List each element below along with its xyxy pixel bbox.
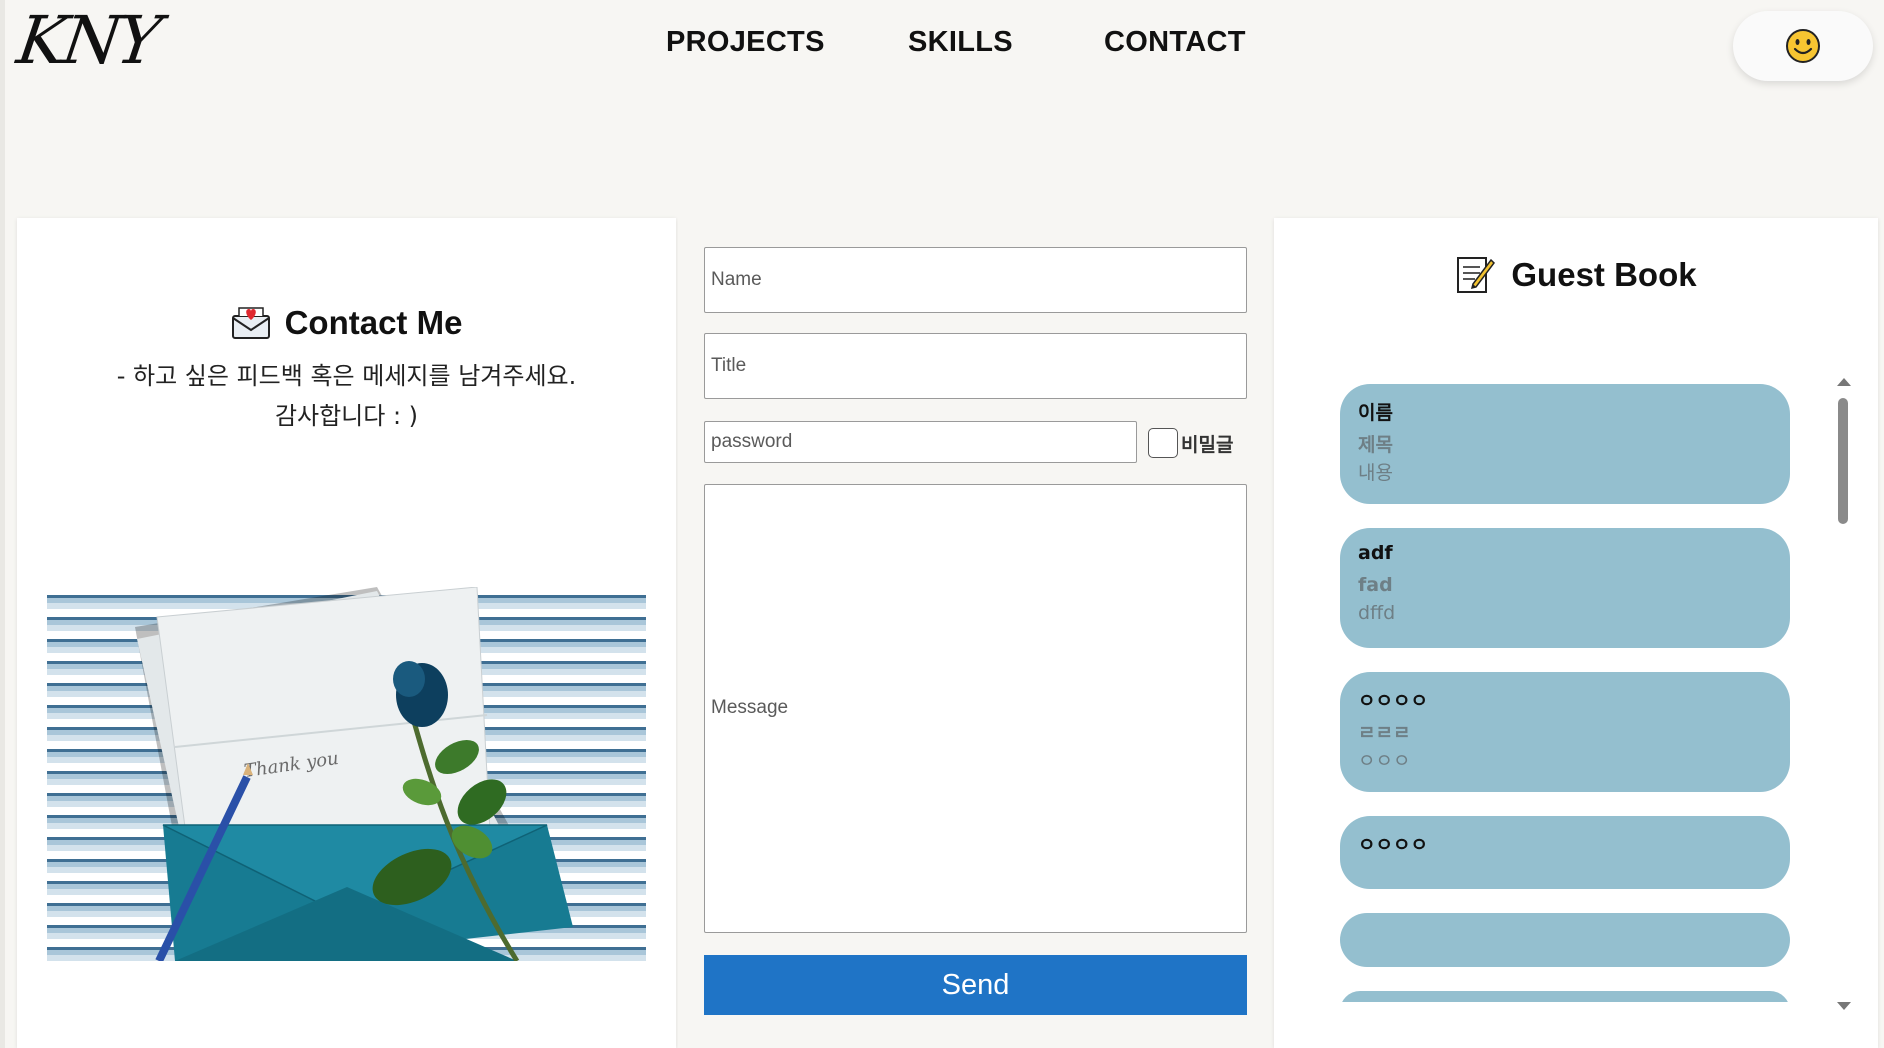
title-input[interactable]: [704, 333, 1247, 399]
guestbook-entry[interactable]: [1340, 991, 1790, 1002]
guestbook-scrollbar[interactable]: [1836, 378, 1851, 1010]
entry-name: ㅇㅇㅇㅇ: [1358, 834, 1428, 856]
page-edge: [0, 0, 5, 1048]
guestbook-list[interactable]: 이름 제목 내용 adf fad dffd ㅇㅇㅇㅇ ㄹㄹㄹ ㅇㅇㅇ ㅇㅇㅇㅇ: [1340, 384, 1792, 1002]
nav-skills[interactable]: SKILLS: [908, 26, 1013, 59]
entry-name: 이름: [1358, 402, 1393, 424]
entry-name: ㅇㅇㅇㅇ: [1358, 690, 1428, 712]
contact-desc-line2: 감사합니다 : ): [274, 402, 419, 430]
smiley-icon: [1786, 29, 1820, 63]
guestbook-heading: Guest Book: [1274, 254, 1878, 302]
contact-title: Contact Me: [284, 304, 463, 341]
contact-heading: Contact Me: [17, 304, 676, 348]
scroll-thumb[interactable]: [1838, 398, 1848, 524]
guestbook-entry[interactable]: [1340, 913, 1790, 967]
nav-contact[interactable]: CONTACT: [1104, 26, 1246, 59]
theme-toggle-button[interactable]: [1733, 11, 1873, 81]
entry-subject: fad: [1358, 574, 1393, 596]
guestbook-entry[interactable]: ㅇㅇㅇㅇ ㄹㄹㄹ ㅇㅇㅇ: [1340, 672, 1790, 792]
guestbook-title: Guest Book: [1511, 256, 1697, 293]
contact-panel: Contact Me - 하고 싶은 피드백 혹은 메세지를 남겨주세요. 감사…: [17, 218, 676, 1048]
love-letter-icon: [231, 304, 271, 348]
message-textarea[interactable]: [704, 484, 1247, 933]
secret-label: 비밀글: [1181, 434, 1234, 456]
memo-icon: [1455, 254, 1496, 302]
entry-content: dffd: [1358, 602, 1396, 624]
contact-desc-line1: - 하고 싶은 피드백 혹은 메세지를 남겨주세요.: [116, 362, 577, 390]
name-input[interactable]: [704, 247, 1247, 313]
entry-content: ㅇㅇㅇ: [1358, 750, 1411, 772]
entry-name: adf: [1358, 542, 1393, 564]
entry-subject: ㄹㄹㄹ: [1358, 722, 1411, 744]
scroll-up-arrow-icon[interactable]: [1837, 378, 1851, 386]
entry-content: 내용: [1358, 462, 1393, 484]
thank-you-image: Thank you: [47, 587, 646, 961]
guestbook-entry[interactable]: ㅇㅇㅇㅇ: [1340, 816, 1790, 889]
send-button[interactable]: Send: [704, 955, 1247, 1015]
entry-subject: 제목: [1358, 434, 1393, 456]
guestbook-panel: Guest Book 이름 제목 내용 adf fad dffd ㅇㅇㅇㅇ ㄹㄹ…: [1274, 218, 1878, 1048]
scroll-down-arrow-icon[interactable]: [1837, 1002, 1851, 1010]
main-nav: PROJECTS SKILLS CONTACT: [0, 26, 1884, 66]
guestbook-entry[interactable]: adf fad dffd: [1340, 528, 1790, 648]
password-input[interactable]: [704, 421, 1137, 463]
nav-projects[interactable]: PROJECTS: [666, 26, 825, 59]
secret-checkbox[interactable]: [1148, 428, 1178, 458]
message-form: 비밀글 Send: [678, 218, 1273, 1048]
contact-description: - 하고 싶은 피드백 혹은 메세지를 남겨주세요. 감사합니다 : ): [17, 356, 676, 436]
guestbook-entry[interactable]: 이름 제목 내용: [1340, 384, 1790, 504]
